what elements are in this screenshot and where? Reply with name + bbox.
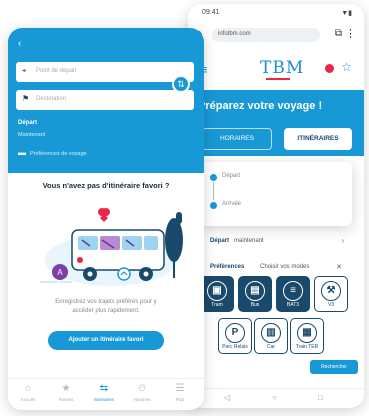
nav-back-icon[interactable]: ◁ — [224, 393, 230, 402]
site-header: ≡ TBM ☆ — [188, 52, 364, 86]
swap-icon[interactable]: ⇅ — [172, 75, 190, 93]
logo-underline — [266, 78, 290, 80]
departure-label: Départ — [210, 238, 230, 244]
car-icon: ▥ — [261, 323, 281, 343]
mode-tram-toggle[interactable]: ▣ Tram — [200, 276, 234, 312]
destination-field[interactable]: ⚑ Destination — [16, 90, 194, 110]
add-favorite-itinerary-button[interactable]: Ajouter un itinéraire favori — [48, 331, 164, 350]
folder-icon: ▬ — [18, 148, 26, 157]
nav-horaires[interactable]: ⏲ Horaires — [124, 383, 160, 402]
back-arrow-icon[interactable]: ‹ — [18, 38, 21, 49]
mode-label: Train TER — [295, 344, 319, 350]
departure-time[interactable]: Maintenant — [18, 132, 45, 138]
bottom-nav: ⌂ Accueil ★ Favoris ⇆ Itinéraires ⏲ Hora… — [8, 378, 204, 410]
mode-car-toggle[interactable]: ▥ Car — [254, 318, 288, 354]
browser-url-bar: ⌂ infotbm.com ⧉ ⋮ — [188, 24, 364, 46]
planner-tabs: HORAIRES ITINÉRAIRES — [188, 124, 364, 154]
nav-accueil[interactable]: ⌂ Accueil — [10, 383, 46, 402]
back-phone-screen: 09:41 ▼▮ ⌂ infotbm.com ⧉ ⋮ ≡ TBM ☆ Prépa… — [188, 4, 364, 408]
mode-label: BAT3 — [286, 302, 300, 308]
bus-illustration: A — [40, 208, 183, 286]
star-icon: ★ — [61, 383, 71, 394]
mode-boat-toggle[interactable]: ≡ BAT3 — [276, 276, 310, 312]
destination-dot-icon — [210, 202, 217, 209]
route-search-header: ‹ ⌖ Point de départ ⚑ Destination ⇅ Dépa… — [8, 28, 204, 173]
preferences-label: Préférences de voyage — [30, 151, 87, 157]
preferences-label: Préférences — [210, 264, 245, 270]
android-nav-bar: ◁ ○ □ — [188, 388, 364, 408]
nav-home-icon[interactable]: ○ — [272, 393, 277, 402]
tab-horaires[interactable]: HORAIRES — [202, 128, 272, 150]
departure-value: maintenant — [234, 238, 264, 244]
tbm-logo[interactable]: TBM — [260, 58, 304, 78]
bike-icon: ⚒ — [321, 281, 341, 301]
empty-state-title: Vous n'avez pas d'itinéraire favori ? — [42, 181, 170, 190]
origin-placeholder: Point de départ — [36, 68, 77, 74]
route-connector — [213, 182, 214, 200]
menu-icon: ☰ — [175, 383, 185, 394]
preferences-value: Choisir vos modes — [260, 264, 310, 270]
departure-label: Départ — [18, 120, 38, 126]
status-bar: 09:41 ▼▮ — [188, 4, 364, 22]
home-icon: ⌂ — [24, 383, 32, 394]
chevron-right-icon: › — [341, 236, 344, 245]
notification-dot-icon[interactable] — [325, 64, 334, 73]
mode-bus-toggle[interactable]: ▤ Bus — [238, 276, 272, 312]
parking-icon: P — [225, 323, 245, 343]
route-icon: ⇆ — [99, 383, 109, 394]
status-time: 09:41 — [202, 9, 220, 16]
preferences-row[interactable]: Préférences Choisir vos modes ✕ — [200, 260, 352, 274]
mode-label: Bus — [250, 302, 260, 308]
bus-icon: ▤ — [245, 281, 265, 301]
status-icons: ▼▮ — [341, 10, 352, 17]
nav-label: Horaires — [133, 397, 151, 402]
mode-label: Tram — [211, 302, 223, 308]
nav-favoris[interactable]: ★ Favoris — [48, 383, 84, 402]
flag-icon: ⚑ — [22, 94, 30, 103]
close-icon[interactable]: ✕ — [336, 263, 342, 271]
tab-itineraires[interactable]: ITINÉRAIRES — [284, 128, 352, 150]
mode-train-toggle[interactable]: ▦ Train TER — [290, 318, 324, 354]
nav-label: Plus — [175, 397, 185, 402]
mode-label: V3 — [327, 302, 335, 308]
origin-input[interactable]: Départ — [222, 173, 240, 179]
nav-plus[interactable]: ☰ Plus — [162, 383, 198, 402]
mode-label: Car — [266, 344, 276, 350]
nav-itineraires[interactable]: ⇆ Itinéraires — [86, 383, 122, 402]
planner-header: Préparez votre voyage ! HORAIRES ITINÉRA… — [188, 90, 364, 156]
destination-input[interactable]: Arrivée — [222, 201, 241, 207]
browser-menu-icon[interactable]: ⋮ — [345, 27, 356, 40]
svg-text:A: A — [57, 268, 63, 277]
location-pin-icon: ⌖ — [22, 66, 27, 75]
mode-bike-toggle[interactable]: ⚒ V3 — [314, 276, 348, 312]
route-inputs-card: Départ Arrivée — [200, 162, 352, 226]
clock-icon: ⏲ — [138, 383, 146, 394]
preferences-link[interactable]: ▬ Préférences de voyage — [18, 148, 87, 157]
destination-placeholder: Destination — [36, 96, 67, 102]
planner-title: Préparez votre voyage ! — [198, 100, 323, 112]
tram-icon: ▣ — [207, 281, 227, 301]
nav-label: Itinéraires — [94, 397, 114, 402]
mode-parc-relais-toggle[interactable]: P Parc Relais — [218, 318, 252, 354]
search-button[interactable]: Rechercher — [310, 360, 358, 374]
origin-field[interactable]: ⌖ Point de départ — [16, 62, 194, 82]
departure-selector[interactable]: Départ maintenant › — [200, 232, 352, 250]
browser-tabs-icon[interactable]: ⧉ — [335, 28, 342, 39]
boat-icon: ≡ — [283, 281, 303, 301]
origin-dot-icon — [210, 174, 217, 181]
url-field[interactable]: infotbm.com — [212, 28, 320, 42]
favorites-star-icon[interactable]: ☆ — [341, 60, 352, 74]
front-phone-screen: ‹ ⌖ Point de départ ⚑ Destination ⇅ Dépa… — [8, 28, 204, 410]
empty-state-message: Enregistrez vos trajets préférés pour y … — [55, 299, 157, 314]
nav-recent-icon[interactable]: □ — [318, 393, 323, 402]
nav-label: Favoris — [58, 397, 74, 402]
mode-label: Parc Relais — [222, 344, 248, 350]
nav-label: Accueil — [20, 397, 36, 402]
train-icon: ▦ — [297, 323, 317, 343]
